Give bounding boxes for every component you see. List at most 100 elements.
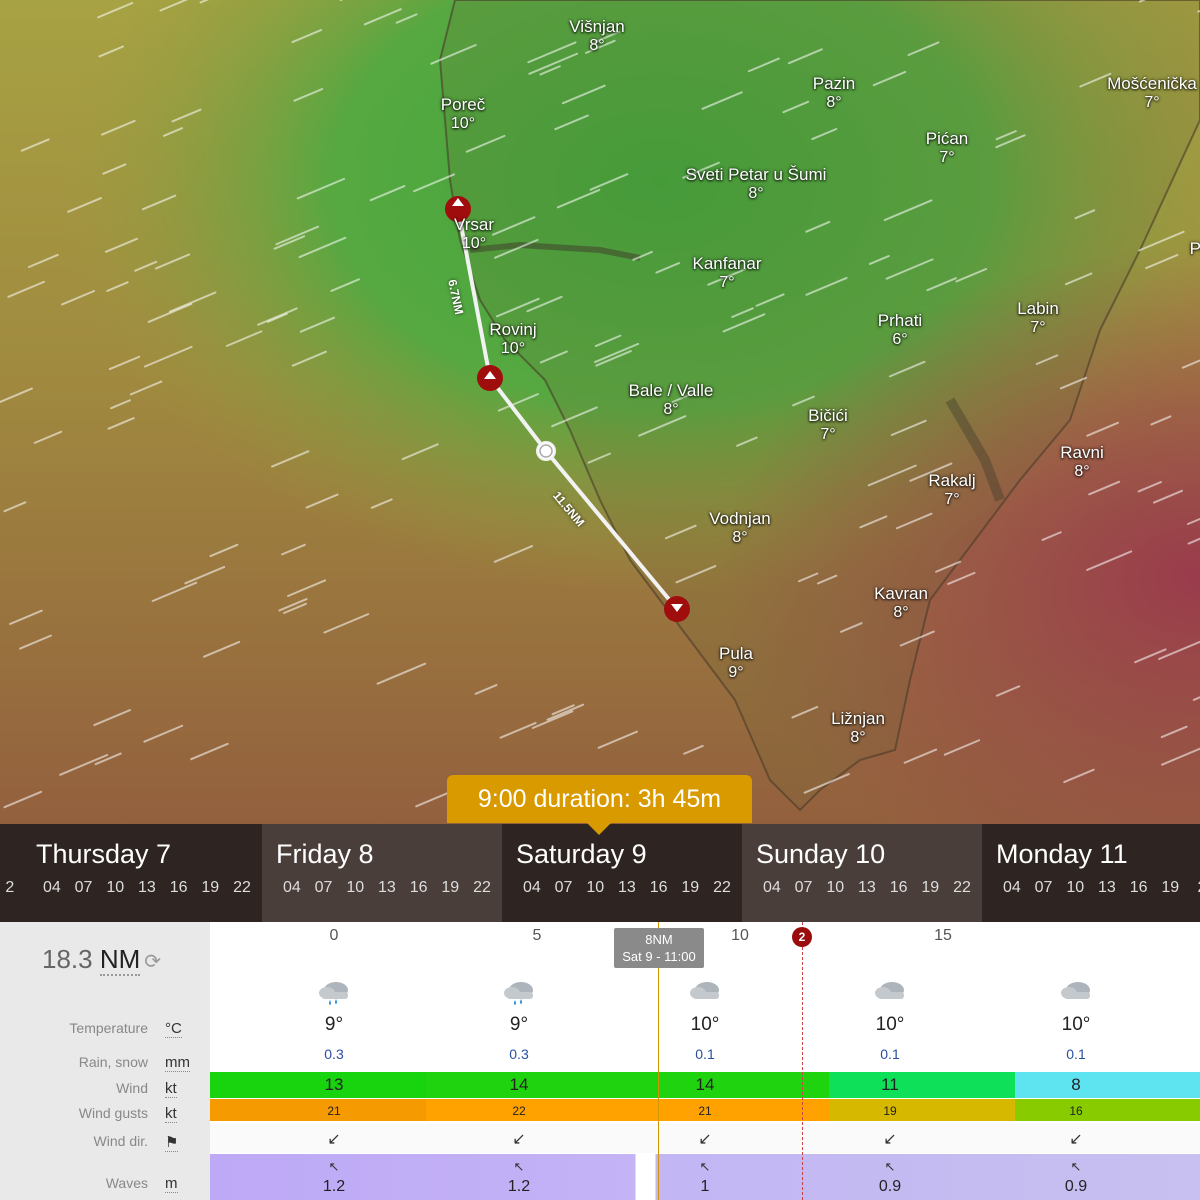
wind-segment [1015, 1072, 1200, 1098]
city-name: Prhati [877, 311, 923, 330]
hour-tick[interactable]: 22 [706, 879, 738, 897]
unit-toggle[interactable]: kt [165, 1105, 177, 1123]
map-city-label[interactable]: Bale / Valle 8° [629, 381, 714, 418]
hour-tick[interactable]: 04 [996, 879, 1028, 897]
city-name: Višnjan [569, 17, 625, 36]
hour-tick[interactable]: 07 [1028, 879, 1060, 897]
waypoint-marker-2-badge[interactable]: 2 [792, 927, 812, 947]
weather-map[interactable]: Višnjan 8° Pazin 8° Mošćenička 7° Poreč 10° Pića… [0, 0, 1200, 825]
map-city-label[interactable]: Labin 7° [1017, 299, 1059, 336]
hour-tick[interactable]: 19 [674, 879, 706, 897]
map-city-label[interactable]: Rakalj 7° [928, 471, 975, 508]
hour-tick[interactable]: 10 [819, 879, 851, 897]
wind-segment [829, 1072, 1015, 1098]
map-label-partial[interactable]: Po [1190, 239, 1200, 259]
hour-tick[interactable]: 10 [579, 879, 611, 897]
unit-toggle[interactable]: kt [165, 1080, 177, 1098]
route-duration-bubble[interactable]: 9:00 duration: 3h 45m [447, 775, 752, 835]
forecast-grid[interactable]: 0 5 10 15 9° 0.3 13 21 ↙ ↖ 1.2 9° 0.3 14 22 ↙ ↖ 1.2 10° 0.1… [210, 922, 1200, 1200]
hour-tick[interactable]: 16 [163, 879, 195, 897]
map-city-label[interactable]: Poreč 10° [441, 95, 485, 132]
hour-tick[interactable]: 04 [276, 879, 308, 897]
precipitation-value: 0.3 [324, 1046, 344, 1062]
day-tab[interactable]: Monday 11 0407101316192 [982, 824, 1200, 922]
hour-tick[interactable]: 19 [1154, 879, 1186, 897]
city-name: Ravni [1060, 443, 1104, 462]
wind-speed-value: 14 [695, 1075, 715, 1094]
unit-toggle[interactable]: °C [165, 1020, 182, 1038]
temperature-value: 10° [690, 1014, 720, 1035]
hour-tick[interactable]: 04 [756, 879, 788, 897]
distance-unit-toggle[interactable]: NM [99, 944, 141, 976]
city-temperature: 10° [461, 234, 487, 252]
hour-tick[interactable]: 16 [883, 879, 915, 897]
map-city-label[interactable]: Prhati 6° [877, 311, 923, 348]
day-tab[interactable]: 2 [0, 824, 22, 922]
hour-tick[interactable]: 07 [548, 879, 580, 897]
hour-tick[interactable]: 10 [99, 879, 131, 897]
map-city-label[interactable]: Višnjan 8° [569, 17, 625, 54]
unit-toggle[interactable]: m [165, 1175, 178, 1193]
wind-gust-value: 19 [883, 1104, 897, 1118]
wave-direction-arrow-icon: ↖ [513, 1159, 525, 1174]
hour-tick[interactable]: 04 [36, 879, 68, 897]
map-city-label[interactable]: Kavran 8° [874, 584, 928, 621]
hour-tick[interactable]: 16 [1123, 879, 1155, 897]
city-name: Rovinj [489, 320, 537, 339]
hour-tick[interactable]: 13 [1091, 879, 1123, 897]
map-city-label[interactable]: Vodnjan 8° [709, 509, 770, 546]
map-city-label[interactable]: Sveti Petar u Šumi 8° [686, 165, 827, 202]
current-position-tooltip: 8NM Sat 9 - 11:00 [614, 928, 704, 968]
hour-tick[interactable]: 19 [434, 879, 466, 897]
day-tab[interactable]: Sunday 10 04 07 10 13 16 19 22 [742, 824, 982, 922]
hour-tick[interactable]: 10 [339, 879, 371, 897]
hour-tick[interactable]: 07 [308, 879, 340, 897]
hour-tick[interactable]: 10 [1059, 879, 1091, 897]
map-city-label[interactable]: Pazin 8° [813, 74, 856, 111]
map-city-label[interactable]: Rovinj 10° [489, 320, 537, 357]
hour-tick[interactable]: 22 [946, 879, 978, 897]
row-label-text: Wind [116, 1080, 148, 1096]
day-timeline[interactable]: 2 Thursday 7 04 07 10 13 16 19 22 Friday 8 04 07 10 1… [0, 824, 1200, 922]
temperature-value: 10° [875, 1014, 905, 1035]
city-temperature: 8° [748, 184, 764, 202]
map-city-label[interactable]: Pula 9° [719, 644, 753, 681]
hour-tick[interactable]: 13 [131, 879, 163, 897]
day-tab[interactable]: Friday 8 04 07 10 13 16 19 22 [262, 824, 502, 922]
refresh-icon[interactable]: ⟳ [144, 951, 161, 973]
hour-tick[interactable]: 2 [1186, 879, 1200, 897]
hour-tick[interactable]: 16 [643, 879, 675, 897]
city-temperature: 7° [719, 273, 735, 291]
map-city-label[interactable]: Bičići 7° [808, 406, 848, 443]
waypoint-line [802, 922, 803, 1200]
city-name: Kavran [874, 584, 928, 603]
hour-tick[interactable]: 22 [226, 879, 258, 897]
hour-tick[interactable]: 16 [403, 879, 435, 897]
day-tab[interactable]: Saturday 9 04 07 10 13 16 19 22 [502, 824, 742, 922]
hour-tick[interactable]: 19 [914, 879, 946, 897]
hour-tick[interactable]: 22 [466, 879, 498, 897]
map-city-label[interactable]: Vrsar 10° [454, 215, 494, 252]
map-city-label[interactable]: Kanfanar 7° [693, 254, 762, 291]
unit-toggle[interactable]: ⚑ [165, 1133, 179, 1152]
distance-tick: 15 [934, 927, 952, 944]
wind-direction-arrow-icon: ↙ [512, 1131, 526, 1148]
hour-tick[interactable]: 19 [194, 879, 226, 897]
hour-tick[interactable]: 04 [516, 879, 548, 897]
route-overlay[interactable] [0, 0, 1200, 825]
map-city-label[interactable]: Mošćenička 7° [1107, 74, 1197, 111]
map-city-label[interactable]: Pićan 7° [926, 129, 969, 166]
hour-tick[interactable]: 07 [68, 879, 100, 897]
hour-tick[interactable]: 13 [371, 879, 403, 897]
hour-tick[interactable]: 13 [611, 879, 643, 897]
wave-height-value: 0.9 [1064, 1178, 1088, 1195]
day-tab[interactable]: Thursday 7 04 07 10 13 16 19 22 [22, 824, 262, 922]
day-name: Friday 8 [276, 839, 374, 869]
hour-tick[interactable]: 07 [788, 879, 820, 897]
hour-tick[interactable]: 13 [851, 879, 883, 897]
temperature-value: 9° [509, 1014, 529, 1035]
unit-toggle[interactable]: mm [165, 1054, 190, 1072]
map-city-label[interactable]: Ravni 8° [1060, 443, 1104, 480]
map-city-label[interactable]: Ližnjan 8° [831, 709, 885, 746]
day-name: Saturday 9 [516, 839, 647, 869]
